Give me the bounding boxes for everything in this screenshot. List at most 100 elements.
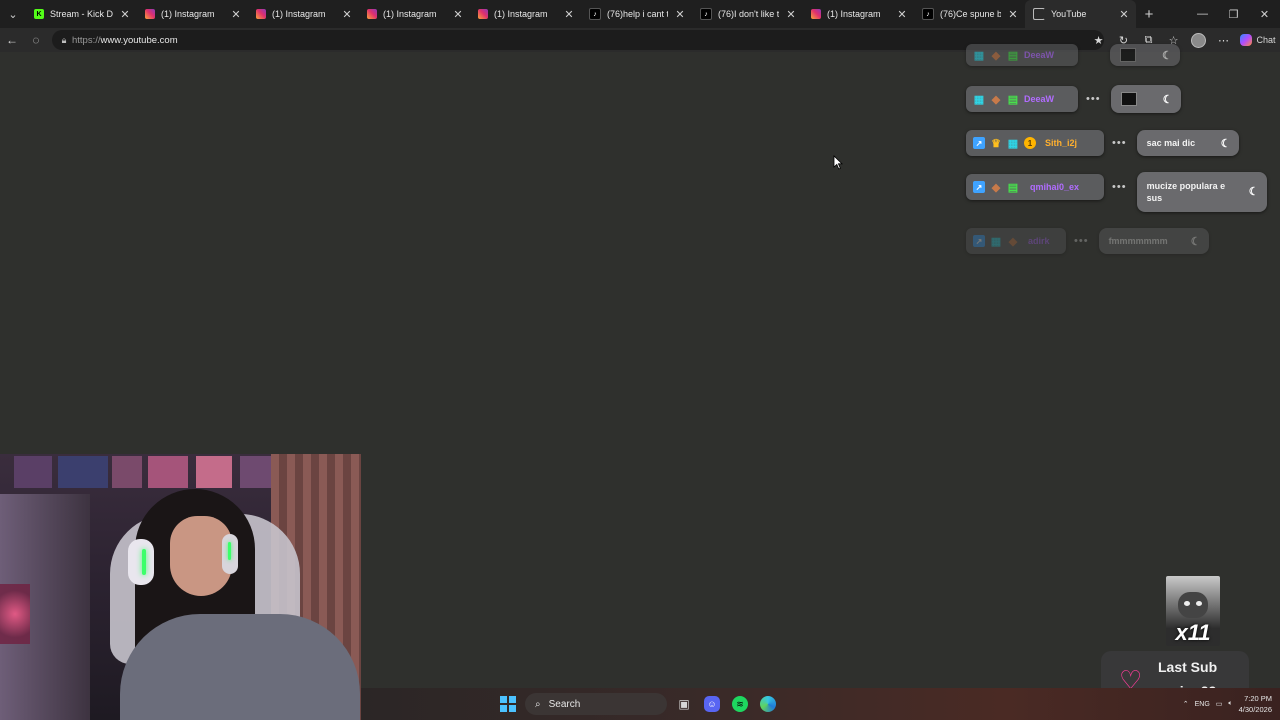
more-options-icon[interactable]: ⋯ bbox=[1211, 28, 1236, 52]
spotify-button[interactable]: ≋ bbox=[729, 693, 751, 715]
tab-tiktok[interactable]: ♪ (76)I don't like this ✕ bbox=[692, 0, 803, 28]
close-icon[interactable]: ✕ bbox=[341, 8, 353, 21]
chat-message: ▦ ◆ ▤ DeeaW ••• ☾ bbox=[966, 85, 1181, 113]
lock-icon[interactable]: 🔒︎ bbox=[56, 35, 72, 46]
close-icon[interactable]: ✕ bbox=[785, 8, 797, 21]
fox-badge-icon: ◆ bbox=[991, 49, 1001, 62]
chat-user-pill: ↗ ◆ ▤ qmihai0_ex bbox=[966, 174, 1104, 200]
close-window-icon[interactable]: ✕ bbox=[1249, 0, 1280, 28]
chat-user-pill: ▦ ◆ ▤ DeeaW bbox=[966, 44, 1078, 66]
url-protocol: https:// bbox=[72, 34, 101, 46]
close-icon[interactable]: ✕ bbox=[674, 8, 686, 21]
close-icon[interactable]: ✕ bbox=[1007, 8, 1019, 21]
system-tray: ⌃ ENG ▭ 🔈︎ 7:20 PM 4/30/2026 bbox=[1183, 692, 1272, 716]
cyan-badge-icon: ▦ bbox=[1007, 137, 1019, 150]
close-icon[interactable]: ✕ bbox=[563, 8, 575, 21]
tab-title: (76)I don't like this bbox=[718, 9, 779, 19]
moon-icon: ☾ bbox=[1190, 235, 1201, 248]
tab-title: (1) Instagram bbox=[161, 9, 215, 19]
poster-image bbox=[148, 456, 188, 488]
eye bbox=[1196, 601, 1202, 606]
profile-avatar[interactable] bbox=[1186, 28, 1211, 52]
tab-tiktok[interactable]: ♪ (76)help i cant there ✕ bbox=[581, 0, 692, 28]
close-icon[interactable]: ✕ bbox=[119, 8, 131, 21]
chevron-up-icon[interactable]: ⌃ bbox=[1183, 700, 1189, 708]
window-controls: — ❐ ✕ bbox=[1187, 0, 1280, 28]
tab-kick-dashboard[interactable]: K Stream - Kick Dashboard ✕ bbox=[26, 0, 137, 28]
mouse-cursor-icon bbox=[833, 155, 843, 170]
taskbar-search[interactable]: ⌕ Search bbox=[525, 693, 667, 715]
sub-emote: x11 bbox=[1166, 576, 1220, 646]
edge-button[interactable] bbox=[757, 693, 779, 715]
chat-username[interactable]: DeeaW bbox=[1024, 94, 1054, 104]
blue-badge-icon: ↗ bbox=[973, 181, 985, 193]
poster-image bbox=[58, 456, 108, 488]
discord-button[interactable]: ☺ bbox=[701, 693, 723, 715]
emote-image bbox=[1120, 48, 1136, 62]
new-tab-icon[interactable]: + bbox=[1136, 6, 1162, 23]
emote-count: x11 bbox=[1175, 620, 1211, 645]
chat-message-pill: fmmmmmmm ☾ bbox=[1098, 228, 1209, 254]
tab-instagram[interactable]: (1) Instagram ✕ bbox=[137, 0, 248, 28]
loading-spinner-icon[interactable]: ◌ bbox=[24, 28, 48, 52]
kick-icon: K bbox=[34, 9, 44, 19]
start-button[interactable] bbox=[497, 693, 519, 715]
instagram-icon bbox=[256, 9, 266, 19]
tab-instagram[interactable]: (1) Instagram ✕ bbox=[248, 0, 359, 28]
moon-icon: ☾ bbox=[1162, 93, 1173, 106]
tab-title: (1) Instagram bbox=[383, 9, 437, 19]
close-icon[interactable]: ✕ bbox=[1118, 8, 1130, 21]
chat-username[interactable]: adirk bbox=[1028, 236, 1050, 246]
taskbar-apps: ⌕ Search ▣ ☺ ≋ bbox=[497, 692, 779, 716]
date: 4/30/2026 bbox=[1238, 705, 1272, 714]
headset-led bbox=[228, 542, 231, 560]
restore-icon[interactable]: ❐ bbox=[1218, 0, 1249, 28]
cyan-badge-icon: ▦ bbox=[973, 93, 985, 106]
tab-instagram[interactable]: (1) Instagram ✕ bbox=[359, 0, 470, 28]
gold-badge-icon: 1 bbox=[1024, 137, 1036, 149]
headset-led bbox=[142, 549, 146, 575]
network-icon[interactable]: ▭ bbox=[1216, 700, 1223, 708]
tab-title: (1) Instagram bbox=[827, 9, 881, 19]
green-badge-icon: ▤ bbox=[1007, 49, 1019, 62]
tab-youtube[interactable]: YouTube ✕ bbox=[1025, 0, 1136, 28]
minimize-icon[interactable]: — bbox=[1187, 0, 1218, 28]
search-icon: ⌕ bbox=[535, 698, 541, 710]
close-icon[interactable]: ✕ bbox=[452, 8, 464, 21]
chat-username[interactable]: DeeaW bbox=[1024, 50, 1054, 60]
dots-icon: ••• bbox=[1112, 137, 1127, 149]
tab-tiktok[interactable]: ♪ (76)Ce spune bro? ✕ bbox=[914, 0, 1025, 28]
chat-text: sac mai dic bbox=[1146, 138, 1196, 148]
tiktok-icon: ♪ bbox=[922, 8, 934, 20]
chat-username[interactable]: qmihai0_ex bbox=[1030, 182, 1079, 192]
copilot-chat-button[interactable]: Chat bbox=[1236, 28, 1280, 52]
chat-message-pill: mucize populara e sus ☾ bbox=[1136, 172, 1267, 212]
search-label: Search bbox=[548, 698, 581, 710]
chat-user-pill: ↗ ♛ ▦ 1 Sith_i2j bbox=[966, 130, 1104, 156]
tab-title: (76)help i cant there bbox=[607, 9, 668, 19]
light bbox=[0, 584, 30, 644]
last-sub-label: Last Sub bbox=[1158, 659, 1218, 675]
tab-title: (76)Ce spune bro? bbox=[940, 9, 1001, 19]
chat-message: ↗ ♛ ▦ 1 Sith_i2j ••• sac mai dic ☾ bbox=[966, 130, 1239, 156]
tab-instagram[interactable]: (1) Instagram ✕ bbox=[470, 0, 581, 28]
tab-instagram[interactable]: (1) Instagram ✕ bbox=[803, 0, 914, 28]
volume-icon[interactable]: 🔈︎ bbox=[1228, 700, 1232, 708]
edge-icon bbox=[760, 696, 776, 712]
cat-emote-icon bbox=[1178, 592, 1208, 618]
language-indicator[interactable]: ENG bbox=[1195, 701, 1210, 708]
file-explorer-icon[interactable]: ▣ bbox=[673, 693, 695, 715]
back-arrow-icon[interactable]: ← bbox=[0, 28, 24, 52]
chat-message-pill: ☾ bbox=[1110, 85, 1181, 113]
instagram-icon bbox=[478, 9, 488, 19]
tab-actions-menu-icon[interactable]: ⌄ bbox=[0, 0, 26, 28]
clock[interactable]: 7:20 PM 4/30/2026 bbox=[1239, 693, 1272, 715]
tab-title: (1) Instagram bbox=[494, 9, 548, 19]
address-bar[interactable]: 🔒︎ https://www.youtube.com bbox=[52, 30, 1104, 50]
chat-user-pill: ▦ ◆ ▤ DeeaW bbox=[966, 86, 1078, 112]
chat-username[interactable]: Sith_i2j bbox=[1045, 138, 1077, 148]
close-icon[interactable]: ✕ bbox=[230, 8, 242, 21]
body bbox=[120, 614, 360, 720]
dots-icon: ••• bbox=[1112, 181, 1127, 193]
close-icon[interactable]: ✕ bbox=[896, 8, 908, 21]
